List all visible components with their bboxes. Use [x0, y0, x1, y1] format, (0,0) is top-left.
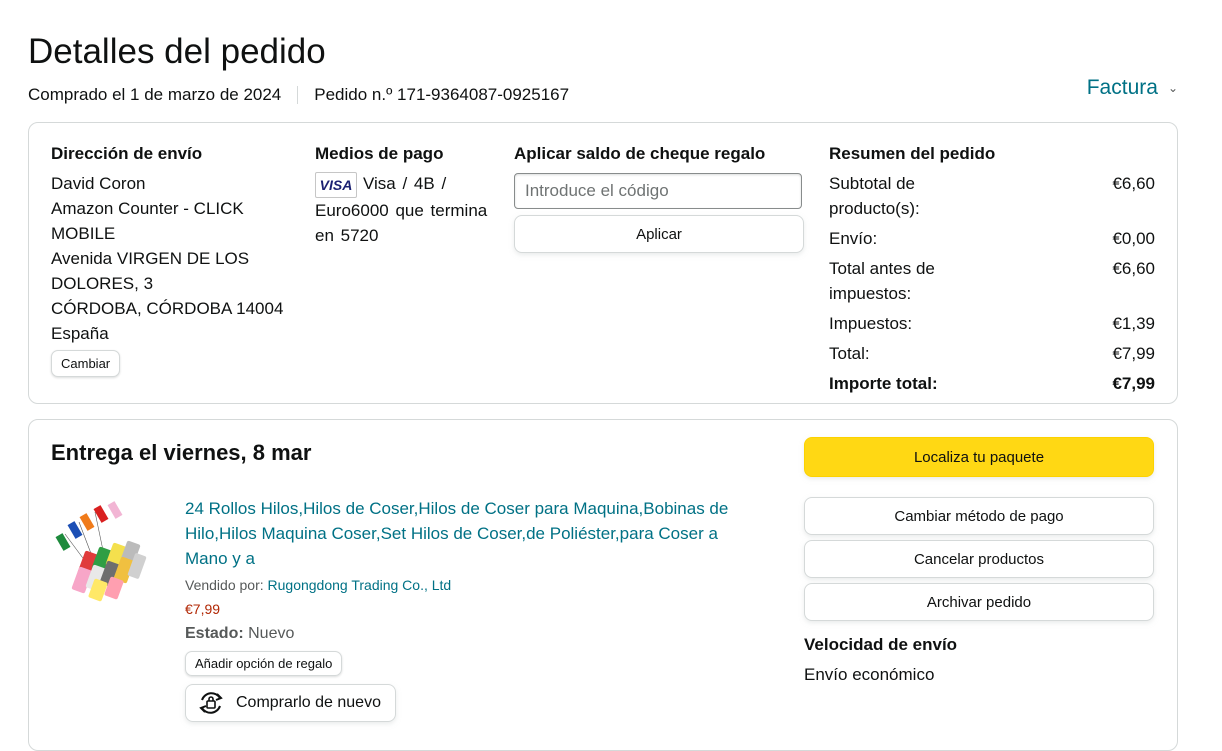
- gift-card-heading: Aplicar saldo de cheque regalo: [514, 144, 766, 163]
- summary-value: €6,60: [1112, 259, 1155, 278]
- seller-line: Vendido por: Rugongdong Trading Co., Ltd: [185, 575, 765, 595]
- sold-by-label: Vendido por:: [185, 577, 264, 593]
- buy-again-label: Comprarlo de nuevo: [236, 694, 381, 711]
- change-address-button[interactable]: Cambiar: [51, 350, 121, 377]
- order-date: Comprado el 1 de marzo de 2024: [28, 85, 282, 104]
- gift-code-input[interactable]: [514, 173, 802, 209]
- address-line: David Coron: [51, 174, 146, 193]
- summary-total-row: Importe total: €7,99: [829, 371, 1155, 396]
- summary-row: Envío: €0,00: [829, 226, 1155, 251]
- order-number: Pedido n.º 171-9364087-0925167: [314, 85, 570, 104]
- order-info-box: Dirección de envío David Coron Amazon Co…: [28, 122, 1178, 404]
- summary-label: Importe total:: [829, 374, 938, 393]
- summary-row: Total: €7,99: [829, 341, 1155, 366]
- summary-label: Impuestos:: [829, 314, 913, 333]
- summary-value: €0,00: [1112, 229, 1155, 248]
- order-meta: Comprado el 1 de marzo de 2024 Pedido n.…: [28, 84, 569, 106]
- summary-label: Envío:: [829, 229, 878, 248]
- product-state: Estado: Nuevo: [185, 623, 765, 645]
- summary-row: Total antes de impuestos: €6,60: [829, 256, 1155, 306]
- seller-link[interactable]: Rugongdong Trading Co., Ltd: [268, 577, 452, 593]
- invoice-dropdown[interactable]: Factura ⌄: [1087, 76, 1178, 100]
- invoice-label: Factura: [1086, 76, 1158, 99]
- summary-value: €7,99: [1112, 374, 1155, 393]
- product-thumbnail[interactable]: [51, 494, 147, 604]
- payment-heading: Medios de pago: [315, 144, 444, 163]
- summary-label: Subtotal de producto(s):: [829, 174, 920, 218]
- payment-method: Medios de pago VISA Visa / 4B / Euro6000 …: [315, 143, 501, 248]
- product-title-link[interactable]: 24 Rollos Hilos,Hilos de Coser,Hilos de …: [185, 496, 765, 571]
- meta-divider: [297, 86, 299, 104]
- gift-card-section: Aplicar saldo de cheque regalo Aplicar: [514, 143, 804, 253]
- visa-logo-icon: VISA: [315, 171, 357, 198]
- cancel-items-button[interactable]: Cancelar productos: [804, 540, 1154, 578]
- add-gift-option-button[interactable]: Añadir opción de regalo: [185, 651, 343, 676]
- chevron-down-icon: ⌄: [1167, 81, 1178, 95]
- summary-heading: Resumen del pedido: [829, 144, 996, 163]
- product-price: €7,99: [185, 601, 221, 617]
- summary-row: Impuestos: €1,39: [829, 311, 1155, 336]
- product-info: 24 Rollos Hilos,Hilos de Coser,Hilos de …: [185, 496, 765, 723]
- buy-again-button[interactable]: Comprarlo de nuevo: [185, 684, 396, 722]
- track-package-button[interactable]: Localiza tu paquete: [804, 437, 1154, 477]
- payment-details: VISA Visa / 4B / Euro6000 que termina en …: [315, 171, 501, 248]
- delivery-box: Entrega el viernes, 8 mar 24 Rollos Hilo…: [28, 419, 1178, 751]
- page-title: Detalles del pedido: [28, 32, 326, 71]
- order-actions: Localiza tu paquete Cambiar método de pa…: [804, 437, 1154, 686]
- archive-order-button[interactable]: Archivar pedido: [804, 583, 1154, 621]
- address-line: CÓRDOBA, CÓRDOBA 14004: [51, 299, 284, 318]
- order-summary: Resumen del pedido Subtotal de producto(…: [829, 143, 1155, 401]
- buy-again-icon: [199, 692, 223, 714]
- state-label: Estado:: [185, 625, 244, 642]
- address-line: España: [51, 324, 109, 343]
- state-value: Nuevo: [248, 625, 295, 642]
- address-line: Avenida VIRGEN DE LOS DOLORES, 3: [51, 249, 250, 293]
- apply-button[interactable]: Aplicar: [514, 215, 804, 253]
- address-line: Amazon Counter - CLICK MOBILE: [51, 199, 244, 243]
- summary-value: €7,99: [1112, 344, 1155, 363]
- shipping-speed-heading: Velocidad de envío: [804, 635, 958, 654]
- shipping-speed-value: Envío económico: [804, 665, 935, 684]
- summary-label: Total:: [829, 344, 870, 363]
- shipping-heading: Dirección de envío: [51, 144, 203, 163]
- shipping-address: Dirección de envío David Coron Amazon Co…: [51, 143, 301, 377]
- change-payment-button[interactable]: Cambiar método de pago: [804, 497, 1154, 535]
- summary-row: Subtotal de producto(s): €6,60: [829, 171, 1155, 221]
- summary-value: €1,39: [1112, 314, 1155, 333]
- summary-value: €6,60: [1112, 174, 1155, 193]
- summary-label: Total antes de impuestos:: [829, 259, 935, 303]
- delivery-title: Entrega el viernes, 8 mar: [51, 440, 312, 465]
